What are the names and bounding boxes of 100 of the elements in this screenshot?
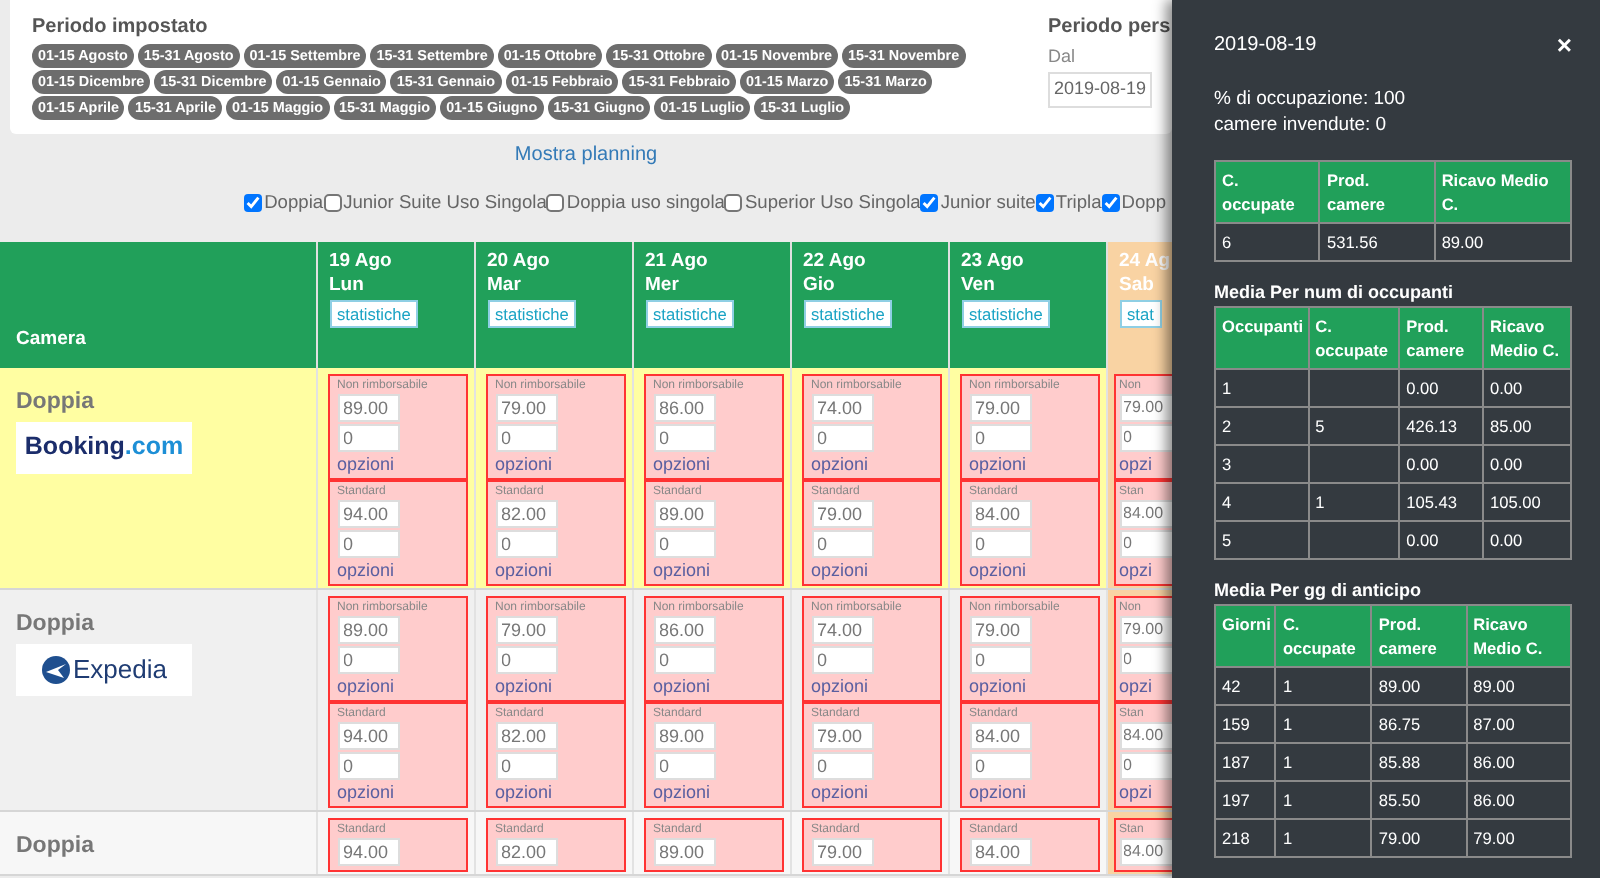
price-field[interactable]: 84.00 <box>969 721 1031 749</box>
room-checkbox[interactable] <box>920 193 939 211</box>
price-field[interactable]: 84.00 <box>969 499 1031 527</box>
quantity-field[interactable]: 0 <box>969 751 1031 779</box>
price-field[interactable]: 86.00 <box>653 615 715 643</box>
options-link[interactable]: opzioni <box>653 675 781 697</box>
price-field[interactable]: 79.00 <box>969 615 1031 643</box>
price-field[interactable]: 79.00 <box>1119 615 1170 643</box>
price-field[interactable]: 89.00 <box>337 393 399 421</box>
room-filter-label[interactable]: Tripla <box>1055 191 1102 213</box>
statistics-button[interactable]: statistiche <box>487 299 577 327</box>
quantity-field[interactable]: 0 <box>337 423 399 451</box>
room-filter-label[interactable]: Doppia <box>264 191 324 213</box>
quantity-field[interactable]: 0 <box>1119 529 1170 557</box>
options-link[interactable]: opzioni <box>811 453 939 475</box>
quantity-field[interactable]: 0 <box>653 529 715 557</box>
room-checkbox[interactable] <box>724 193 743 211</box>
price-field[interactable]: 94.00 <box>337 499 399 527</box>
options-link[interactable]: opzi <box>1119 675 1170 697</box>
price-field[interactable]: 84.00 <box>1119 721 1170 749</box>
quantity-field[interactable]: 0 <box>495 423 557 451</box>
room-filter-label[interactable]: Junior Suite Uso Singola <box>343 191 547 213</box>
price-field[interactable]: 82.00 <box>495 837 557 865</box>
statistics-button[interactable]: statistiche <box>645 299 735 327</box>
quantity-field[interactable]: 0 <box>337 645 399 673</box>
price-field[interactable]: 94.00 <box>337 721 399 749</box>
quantity-field[interactable]: 0 <box>653 645 715 673</box>
price-field[interactable]: 79.00 <box>811 837 873 865</box>
price-field[interactable]: 84.00 <box>1119 837 1170 865</box>
options-link[interactable]: opzi <box>1119 781 1170 803</box>
price-field[interactable]: 86.00 <box>653 393 715 421</box>
quantity-field[interactable]: 0 <box>969 529 1031 557</box>
quantity-field[interactable]: 0 <box>811 423 873 451</box>
options-link[interactable]: opzioni <box>811 559 939 581</box>
statistics-button[interactable]: statistiche <box>803 299 893 327</box>
price-field[interactable]: 89.00 <box>653 499 715 527</box>
price-field[interactable]: 94.00 <box>337 837 399 865</box>
price-field[interactable]: 82.00 <box>495 721 557 749</box>
options-link[interactable]: opzioni <box>495 559 623 581</box>
quantity-field[interactable]: 0 <box>495 751 557 779</box>
price-field[interactable]: 79.00 <box>495 615 557 643</box>
options-link[interactable]: opzioni <box>653 559 781 581</box>
quantity-field[interactable]: 0 <box>495 529 557 557</box>
statistics-button[interactable]: stat <box>1119 299 1162 327</box>
quantity-field[interactable]: 0 <box>811 645 873 673</box>
quantity-field[interactable]: 0 <box>969 423 1031 451</box>
date-field[interactable]: 2019-08-19 <box>1048 72 1152 107</box>
options-link[interactable]: opzioni <box>495 453 623 475</box>
room-checkbox[interactable] <box>546 193 565 211</box>
price-field[interactable]: 89.00 <box>653 721 715 749</box>
price-field[interactable]: 79.00 <box>495 393 557 421</box>
statistics-button[interactable]: statistiche <box>329 299 419 327</box>
options-link[interactable]: opzioni <box>337 559 465 581</box>
price-field[interactable]: 84.00 <box>969 837 1031 865</box>
options-link[interactable]: opzioni <box>337 675 465 697</box>
price-field[interactable]: 79.00 <box>969 393 1031 421</box>
quantity-field[interactable]: 0 <box>969 645 1031 673</box>
quantity-field[interactable]: 0 <box>495 645 557 673</box>
price-field[interactable]: 84.00 <box>1119 499 1170 527</box>
room-filter-label[interactable]: Dopp <box>1121 191 1166 213</box>
room-checkbox[interactable] <box>1101 193 1120 211</box>
options-link[interactable]: opzioni <box>653 453 781 475</box>
quantity-field[interactable]: 0 <box>653 423 715 451</box>
options-link[interactable]: opzioni <box>969 675 1097 697</box>
price-field[interactable]: 89.00 <box>337 615 399 643</box>
options-link[interactable]: opzioni <box>337 781 465 803</box>
price-field[interactable]: 89.00 <box>653 837 715 865</box>
options-link[interactable]: opzi <box>1119 453 1170 475</box>
quantity-field[interactable]: 0 <box>811 529 873 557</box>
price-field[interactable]: 79.00 <box>811 499 873 527</box>
quantity-field[interactable]: 0 <box>1119 645 1170 673</box>
price-field[interactable]: 74.00 <box>811 615 873 643</box>
quantity-field[interactable]: 0 <box>1119 751 1170 779</box>
options-link[interactable]: opzioni <box>337 453 465 475</box>
options-link[interactable]: opzi <box>1119 559 1170 581</box>
options-link[interactable]: opzioni <box>653 781 781 803</box>
price-field[interactable]: 79.00 <box>1119 393 1170 421</box>
price-field[interactable]: 79.00 <box>811 721 873 749</box>
room-filter-label[interactable]: Junior suite <box>940 191 1036 213</box>
options-link[interactable]: opzioni <box>811 781 939 803</box>
price-field[interactable]: 74.00 <box>811 393 873 421</box>
options-link[interactable]: opzioni <box>495 675 623 697</box>
price-field[interactable]: 82.00 <box>495 499 557 527</box>
room-checkbox[interactable] <box>1035 193 1054 211</box>
room-filter-label[interactable]: Doppia uso singola <box>566 191 725 213</box>
room-filter-label[interactable]: Superior Uso Singola <box>744 191 921 213</box>
quantity-field[interactable]: 0 <box>337 529 399 557</box>
options-link[interactable]: opzioni <box>969 781 1097 803</box>
room-checkbox[interactable] <box>323 193 342 211</box>
statistics-button[interactable]: statistiche <box>961 299 1051 327</box>
options-link[interactable]: opzioni <box>811 675 939 697</box>
quantity-field[interactable]: 0 <box>337 751 399 779</box>
room-checkbox[interactable] <box>244 193 263 211</box>
options-link[interactable]: opzioni <box>495 781 623 803</box>
quantity-field[interactable]: 0 <box>811 751 873 779</box>
options-link[interactable]: opzioni <box>969 453 1097 475</box>
close-button[interactable]: × <box>1556 34 1572 58</box>
quantity-field[interactable]: 0 <box>653 751 715 779</box>
show-planning-link[interactable]: Mostra planning <box>514 141 658 167</box>
options-link[interactable]: opzioni <box>969 559 1097 581</box>
